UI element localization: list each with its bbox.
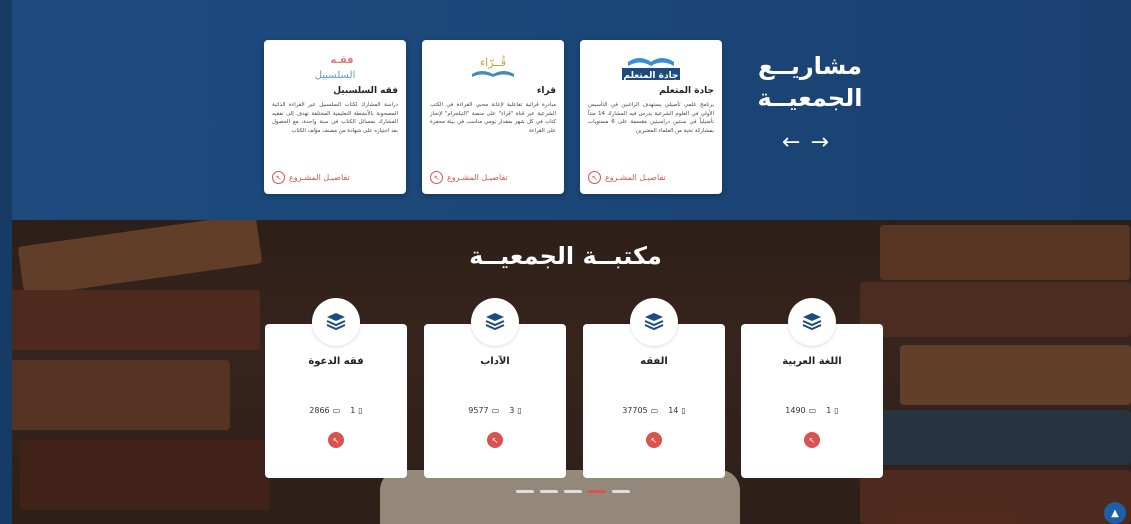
next-arrow-icon[interactable]: → bbox=[810, 132, 828, 154]
document-icon: ▯ bbox=[358, 406, 363, 415]
document-icon: ▯ bbox=[681, 406, 686, 415]
project-description: برنامج علمي تأصيلي يستهدف الراغبين في ال… bbox=[588, 102, 714, 134]
views-count: 2866 bbox=[309, 406, 330, 415]
project-description: مبادرة قرائية تفاعلية لإعانة محبي القراء… bbox=[430, 102, 556, 134]
views-count: 9577 bbox=[468, 406, 489, 415]
salsabil-logo-icon: فقـه السلسبيل bbox=[315, 55, 356, 81]
eye-book-icon: ▭ bbox=[491, 406, 500, 415]
project-logo-qurraa: قُــرّاء bbox=[422, 46, 564, 86]
library-section: مكتبــة الجمعيــة اللغة العربية 1490 ▭ 1 ▯… bbox=[0, 220, 1131, 524]
books-icon bbox=[471, 298, 519, 346]
prev-arrow-icon[interactable]: ← bbox=[782, 132, 800, 154]
books-stat: 1 ▯ bbox=[350, 406, 363, 415]
project-name: فقه السلسبيل bbox=[333, 86, 398, 96]
books-count: 14 bbox=[668, 406, 679, 415]
views-stat: 1490 ▭ bbox=[785, 406, 816, 415]
projects-title: مشاريــع الجمعيــة bbox=[740, 50, 880, 114]
project-name: قراء bbox=[536, 86, 556, 96]
books-count: 1 bbox=[350, 406, 356, 415]
edge-strip bbox=[0, 220, 12, 524]
category-card[interactable]: الآداب 9577 ▭ 3 ▯ ↖ bbox=[424, 298, 566, 478]
category-name: اللغة العربية bbox=[782, 356, 842, 367]
project-details-link[interactable]: تفاصيـل المشـروع ↖ bbox=[588, 171, 666, 184]
slider-dot[interactable] bbox=[540, 490, 558, 493]
category-open-button[interactable]: ↖ bbox=[646, 432, 662, 448]
project-details-label: تفاصيـل المشـروع bbox=[289, 173, 350, 182]
category-open-button[interactable]: ↖ bbox=[328, 432, 344, 448]
project-card-salsabil: فقـه السلسبيل فقه السلسبيل دراسة المشارك… bbox=[264, 40, 406, 194]
eye-book-icon: ▭ bbox=[650, 406, 659, 415]
views-stat: 2866 ▭ bbox=[309, 406, 340, 415]
scroll-to-top-button[interactable]: ▲ bbox=[1104, 502, 1126, 524]
category-stats: 1490 ▭ 1 ▯ bbox=[741, 406, 883, 415]
category-card[interactable]: اللغة العربية 1490 ▭ 1 ▯ ↖ bbox=[741, 298, 883, 478]
project-logo-salsabil: فقـه السلسبيل bbox=[264, 46, 406, 86]
page: مشاريــع الجمعيــة ← → جادة المتعلم جادة… bbox=[0, 0, 1131, 524]
project-card-jadat: جادة المتعلم جادة المتعلم برنامج علمي تأ… bbox=[580, 40, 722, 194]
edge-strip bbox=[0, 0, 12, 220]
category-open-button[interactable]: ↖ bbox=[487, 432, 503, 448]
category-name: فقه الدعوة bbox=[308, 356, 364, 367]
project-description: دراسة المشارك لكتاب السلسبيل عبر القراءة… bbox=[272, 102, 398, 134]
projects-title-line1: مشاريــع bbox=[758, 52, 862, 80]
document-icon: ▯ bbox=[834, 406, 839, 415]
views-count: 1490 bbox=[785, 406, 806, 415]
books-stat: 1 ▯ bbox=[826, 406, 839, 415]
category-card[interactable]: الفقه 37705 ▭ 14 ▯ ↖ bbox=[583, 298, 725, 478]
slider-dot[interactable] bbox=[516, 490, 534, 493]
projects-title-line2: الجمعيــة bbox=[757, 84, 863, 112]
category-stats: 9577 ▭ 3 ▯ bbox=[424, 406, 566, 415]
library-title: مكتبــة الجمعيــة bbox=[469, 242, 662, 270]
slider-dot[interactable] bbox=[564, 490, 582, 493]
books-icon bbox=[788, 298, 836, 346]
arrow-circle-icon: ↖ bbox=[588, 171, 601, 184]
slider-dots bbox=[516, 490, 630, 493]
books-stat: 14 ▯ bbox=[668, 406, 686, 415]
svg-text:قُــرّاء: قُــرّاء bbox=[480, 55, 506, 69]
books-icon bbox=[630, 298, 678, 346]
category-card[interactable]: فقه الدعوة 2866 ▭ 1 ▯ ↖ bbox=[265, 298, 407, 478]
project-details-link[interactable]: تفاصيـل المشـروع ↖ bbox=[272, 171, 350, 184]
category-open-button[interactable]: ↖ bbox=[804, 432, 820, 448]
project-logo-jadat: جادة المتعلم bbox=[580, 46, 722, 86]
arrow-circle-icon: ↖ bbox=[272, 171, 285, 184]
svg-text:جادة المتعلم: جادة المتعلم bbox=[624, 71, 679, 81]
project-card-qurraa: قُــرّاء قراء مبادرة قرائية تفاعلية لإعا… bbox=[422, 40, 564, 194]
project-details-label: تفاصيـل المشـروع bbox=[447, 173, 508, 182]
arrow-circle-icon: ↖ bbox=[430, 171, 443, 184]
slider-dot[interactable] bbox=[612, 490, 630, 493]
open-book-logo-icon: جادة المتعلم bbox=[622, 58, 680, 81]
category-stats: 2866 ▭ 1 ▯ bbox=[265, 406, 407, 415]
category-name: الفقه bbox=[640, 356, 668, 367]
books-count: 1 bbox=[826, 406, 832, 415]
project-name: جادة المتعلم bbox=[659, 86, 714, 96]
books-icon bbox=[312, 298, 360, 346]
books-count: 3 bbox=[509, 406, 515, 415]
views-stat: 9577 ▭ bbox=[468, 406, 499, 415]
document-icon: ▯ bbox=[517, 406, 522, 415]
views-stat: 37705 ▭ bbox=[622, 406, 658, 415]
slider-dot[interactable] bbox=[588, 490, 606, 493]
category-name: الآداب bbox=[480, 356, 510, 367]
eye-book-icon: ▭ bbox=[332, 406, 341, 415]
svg-text:السلسبيل: السلسبيل bbox=[315, 70, 356, 81]
views-count: 37705 bbox=[622, 406, 648, 415]
eye-book-icon: ▭ bbox=[808, 406, 817, 415]
project-details-label: تفاصيـل المشـروع bbox=[605, 173, 666, 182]
books-stat: 3 ▯ bbox=[509, 406, 522, 415]
book-logo-icon: قُــرّاء bbox=[472, 55, 514, 77]
project-details-link[interactable]: تفاصيـل المشـروع ↖ bbox=[430, 171, 508, 184]
projects-nav: ← → bbox=[782, 132, 829, 154]
category-stats: 37705 ▭ 14 ▯ bbox=[583, 406, 725, 415]
svg-text:فقـه: فقـه bbox=[330, 55, 353, 66]
projects-section: مشاريــع الجمعيــة ← → جادة المتعلم جادة… bbox=[0, 0, 1131, 220]
